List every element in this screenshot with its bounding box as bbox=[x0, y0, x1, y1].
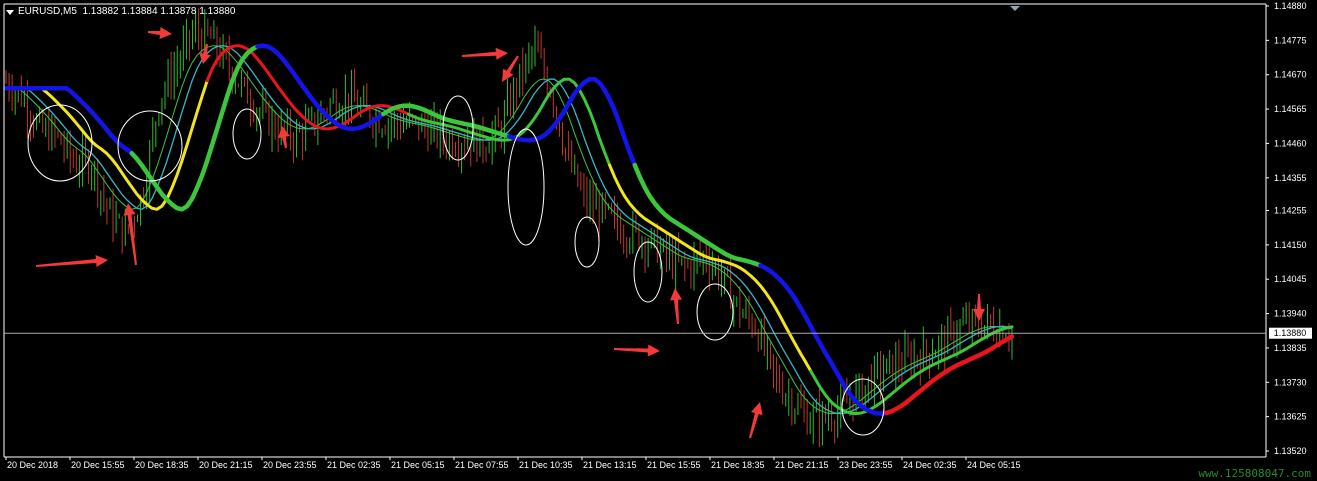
symbol-timeframe: EURUSD,M5 bbox=[18, 6, 77, 17]
time-tick-label: 20 Dec 18:35 bbox=[135, 460, 189, 470]
time-tick-label: 20 Dec 2018 bbox=[7, 460, 58, 470]
time-tick-label: 20 Dec 15:55 bbox=[71, 460, 125, 470]
price-tick-label: 1.14670 bbox=[1274, 70, 1307, 80]
watermark: www.125808047.com bbox=[1198, 467, 1311, 480]
ohlc-quote: 1.13882 1.13884 1.13878 1.13880 bbox=[82, 6, 236, 17]
price-tick-label: 1.14150 bbox=[1274, 240, 1307, 250]
current-price-tag-text: 1.13880 bbox=[1274, 328, 1307, 338]
time-tick-label: 21 Dec 21:15 bbox=[775, 460, 829, 470]
price-tick-label: 1.14355 bbox=[1274, 173, 1307, 183]
time-tick-label: 24 Dec 05:15 bbox=[967, 460, 1021, 470]
time-tick-label: 20 Dec 23:55 bbox=[263, 460, 317, 470]
time-tick-label: 21 Dec 15:55 bbox=[647, 460, 701, 470]
price-tick-label: 1.14880 bbox=[1274, 1, 1307, 11]
time-tick-label: 21 Dec 02:35 bbox=[327, 460, 381, 470]
price-tick-label: 1.14045 bbox=[1274, 274, 1307, 284]
chart-menu-triangle-icon[interactable] bbox=[6, 9, 14, 15]
price-tick-label: 1.13730 bbox=[1274, 377, 1307, 387]
price-tick-label: 1.13520 bbox=[1274, 446, 1307, 456]
price-tick-label: 1.13940 bbox=[1274, 309, 1307, 319]
price-tick-label: 1.14255 bbox=[1274, 206, 1307, 216]
time-tick-label: 21 Dec 05:15 bbox=[391, 460, 445, 470]
time-tick-label: 21 Dec 07:55 bbox=[455, 460, 509, 470]
time-tick-label: 23 Dec 23:55 bbox=[839, 460, 893, 470]
chart-background bbox=[0, 0, 1317, 481]
current-price-tag: 1.13880 bbox=[1269, 327, 1312, 339]
time-tick-label: 21 Dec 18:35 bbox=[711, 460, 765, 470]
time-tick-label: 24 Dec 02:35 bbox=[903, 460, 957, 470]
time-tick-label: 21 Dec 13:15 bbox=[583, 460, 637, 470]
price-chart[interactable]: 1.14880 1.14775 1.14670 1.14565 1.14460 1.143… bbox=[0, 0, 1317, 481]
price-tick-label: 1.13835 bbox=[1274, 343, 1307, 353]
price-tick-label: 1.14565 bbox=[1274, 104, 1307, 114]
time-tick-label: 21 Dec 10:35 bbox=[519, 460, 573, 470]
chart-header: EURUSD,M5 1.13882 1.13884 1.13878 1.1388… bbox=[6, 6, 235, 19]
price-tick-label: 1.14460 bbox=[1274, 138, 1307, 148]
price-tick-label: 1.13625 bbox=[1274, 412, 1307, 422]
price-tick-label: 1.14775 bbox=[1274, 35, 1307, 45]
time-tick-label: 20 Dec 21:15 bbox=[199, 460, 253, 470]
